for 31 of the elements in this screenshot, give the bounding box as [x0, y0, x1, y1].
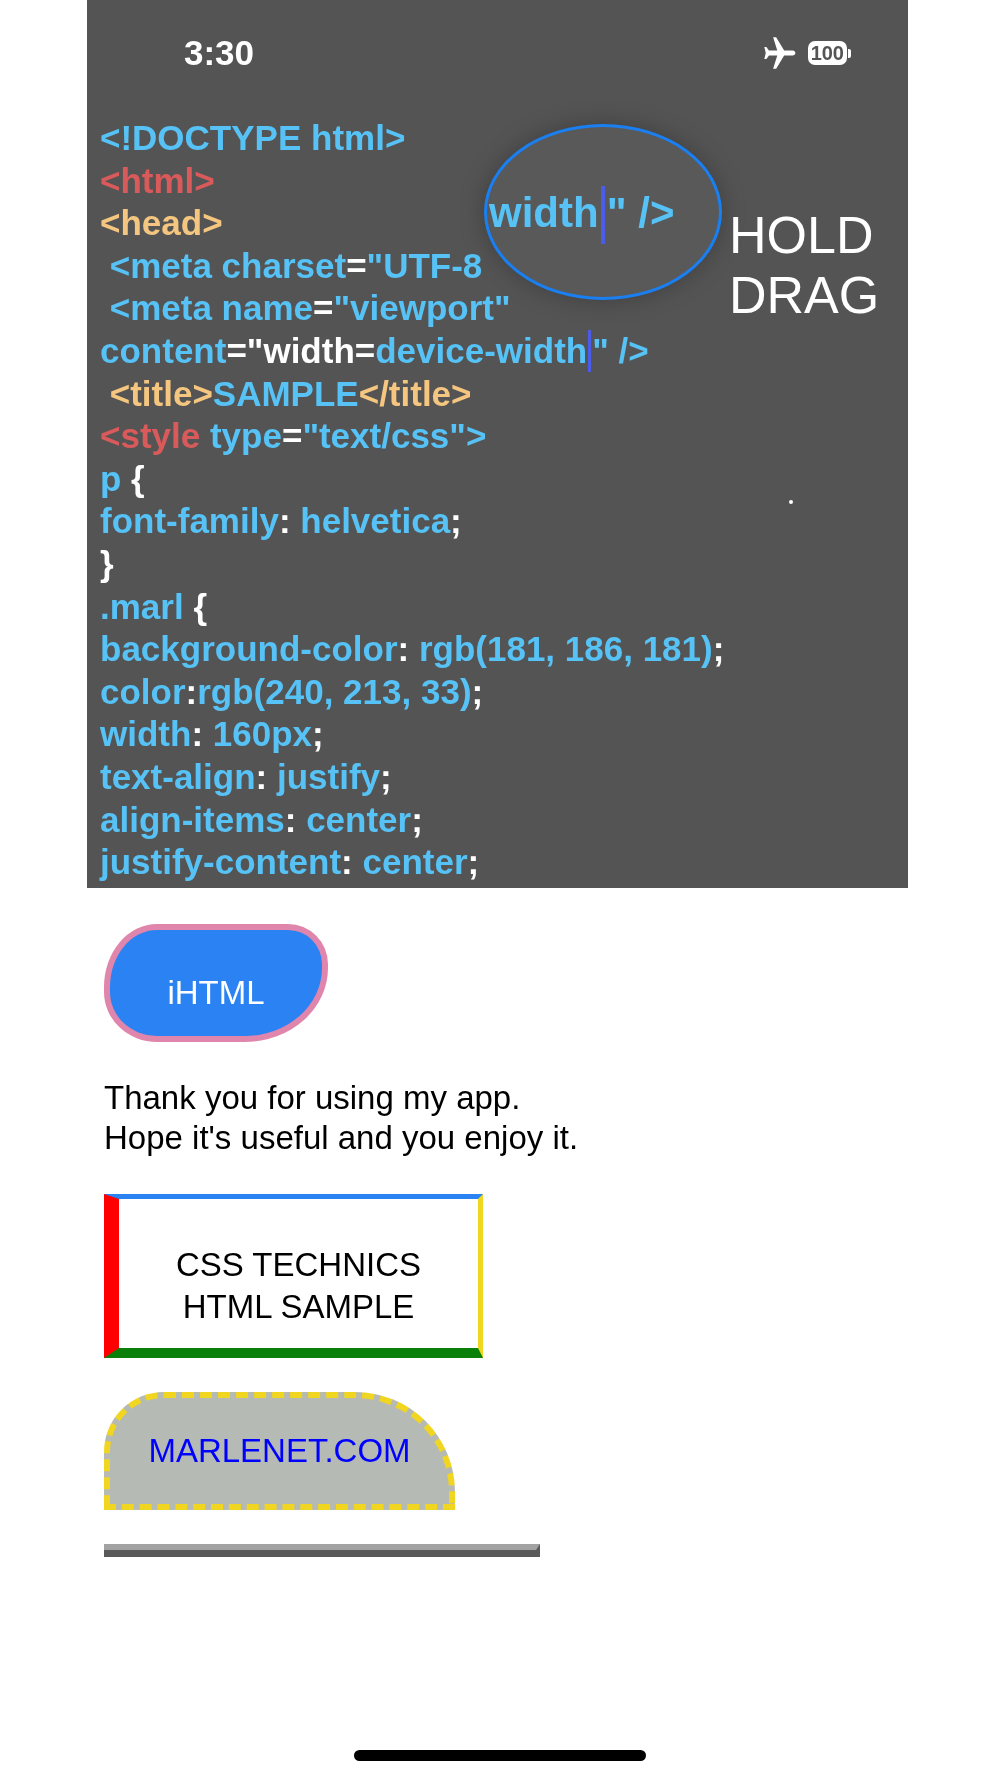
- code-line: text-align: justify;: [100, 755, 392, 798]
- airplane-icon: [763, 37, 796, 69]
- code-line: .marl {: [100, 585, 207, 628]
- magnified-code: width " />: [489, 183, 675, 245]
- code-line: <meta name="viewport": [108, 287, 511, 330]
- code-line: <html>: [100, 159, 215, 202]
- code-line: p {: [100, 457, 145, 500]
- battery-indicator: 100: [807, 41, 851, 65]
- status-time: 3:30: [184, 33, 255, 73]
- hint-text: DRAG: [729, 265, 880, 325]
- code-line: font-family: helvetica;: [100, 500, 462, 543]
- code-line: width: 160px;: [100, 713, 324, 756]
- hint-text: HOLD: [729, 205, 875, 265]
- code-line: background-color: rgb(181, 186, 181);: [100, 628, 725, 671]
- code-line: <!DOCTYPE html>: [100, 117, 406, 159]
- dot-icon: [789, 500, 793, 504]
- app-title-button[interactable]: iHTML: [104, 924, 328, 1042]
- code-line: <head>: [100, 202, 223, 245]
- code-line: <meta charset="UTF-8: [108, 244, 483, 287]
- code-line: align-items: center;: [100, 798, 423, 841]
- code-line: <style type="text/css">: [100, 415, 487, 458]
- code-line: color:rgb(240, 213, 33);: [100, 670, 484, 713]
- card-text: HTML SAMPLE: [182, 1286, 415, 1327]
- website-link[interactable]: MARLENET.COM: [148, 1432, 411, 1470]
- code-line: }: [100, 542, 114, 585]
- code-line: justify-content: center;: [100, 841, 480, 884]
- code-line: <title>SAMPLE</title>: [108, 372, 472, 415]
- card-text: CSS TECHNICS: [175, 1244, 422, 1285]
- code-line: content="width=device-width" />: [100, 329, 649, 373]
- code-editor[interactable]: [87, 0, 908, 888]
- thank-you-message: Thank you for using my app. Hope it's useful and you enjoy it.: [104, 1078, 579, 1158]
